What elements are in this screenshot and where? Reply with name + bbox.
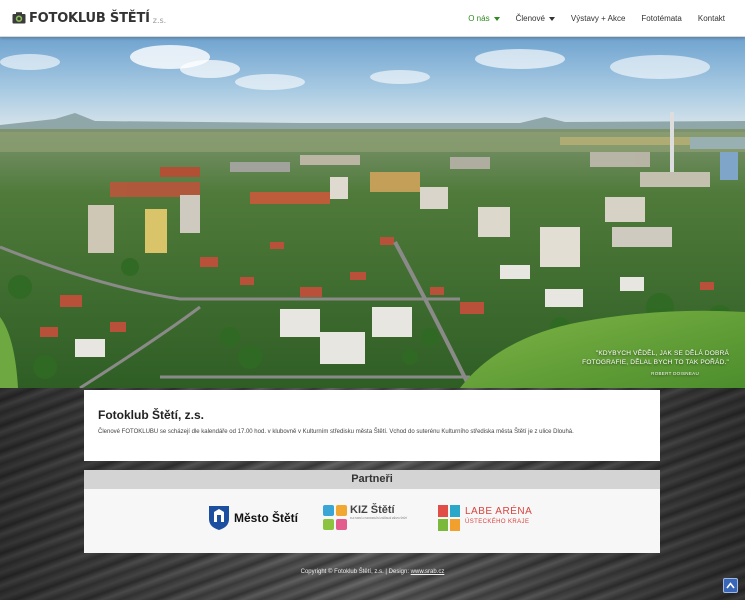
nav-item-kontakt[interactable]: Kontakt	[698, 14, 725, 23]
aerial-town-photo	[0, 37, 745, 388]
partners-heading: Partneři	[84, 470, 660, 489]
camera-icon	[12, 12, 26, 24]
partners-section: Partneři Město Štětí KIZ Štětí KULTURNÍ …	[84, 470, 660, 553]
nav-label: Kontakt	[697, 14, 725, 23]
nav-label: O nás	[468, 14, 490, 23]
logo-text: FOTOKLUB ŠTĚTÍ	[29, 10, 150, 26]
intro-text: Členové FOTOKLUBU se scházejí dle kalend…	[98, 429, 574, 435]
partners-logos: Město Štětí KIZ Štětí KULTURNÍ A INFORMA…	[84, 489, 660, 553]
kiz-logo-icon	[323, 505, 347, 530]
coat-of-arms-icon	[209, 506, 229, 530]
nav-label: Fototémata	[641, 14, 682, 23]
intro-section: Fotoklub Štětí, z.s. Členové FOTOKLUBU s…	[84, 390, 660, 461]
quote-text: "KDYBYCH VĚDĚL, JAK SE DĚLÁ DOBRÁ FOTOGR…	[582, 350, 729, 366]
footer: Copyright © Fotoklub Štětí, z.s. | Desig…	[0, 569, 745, 575]
partner-kiz-label: KIZ Štětí	[350, 504, 395, 516]
nav-label: Výstavy + Akce	[570, 14, 626, 23]
nav-item-fototemata[interactable]: Fototémata	[641, 14, 681, 23]
hero-quote: "KDYBYCH VĚDĚL, JAK SE DĚLÁ DOBRÁ FOTOGR…	[559, 349, 729, 376]
partner-kiz-subtext: KULTURNÍ A INFORMAČNÍ ZAŘÍZENÍ MĚSTA ŠTĚ…	[350, 517, 408, 520]
partner-kiz-steti[interactable]: KIZ Štětí KULTURNÍ A INFORMAČNÍ ZAŘÍZENÍ…	[322, 504, 426, 534]
hero-image: "KDYBYCH VĚDĚL, JAK SE DĚLÁ DOBRÁ FOTOGR…	[0, 37, 745, 388]
quote-author: ROBERT DOISNEAU	[651, 371, 699, 376]
chevron-down-icon	[548, 16, 555, 21]
partner-labe-arena[interactable]: LABE ARÉNA ÚSTECKÉHO KRAJE	[437, 504, 547, 532]
site-logo[interactable]: FOTOKLUB ŠTĚTÍ z.s.	[12, 9, 166, 27]
page-title: Fotoklub Štětí, z.s.	[98, 408, 205, 422]
back-to-top-button[interactable]	[723, 578, 738, 593]
nav-item-vystavy-akce[interactable]: Výstavy + Akce	[571, 14, 625, 23]
arrow-up-icon	[726, 582, 735, 589]
partner-labe-label: LABE ARÉNA	[465, 506, 533, 517]
nav-label: Členové	[515, 14, 545, 23]
footer-design-link[interactable]: www.srab.cz	[411, 569, 445, 575]
chevron-down-icon	[493, 16, 500, 21]
logo-subtext: z.s.	[152, 15, 167, 25]
partner-mesto-label: Město Štětí	[234, 511, 299, 525]
partner-labe-subtext: ÚSTECKÉHO KRAJE	[465, 519, 530, 525]
partner-mesto-steti[interactable]: Město Štětí	[208, 505, 298, 531]
nav-item-o-nas[interactable]: O nás	[468, 14, 500, 23]
labe-arena-logo-icon	[438, 505, 460, 531]
footer-copyright: Copyright © Fotoklub Štětí, z.s. | Desig…	[300, 569, 409, 575]
main-nav: O nás Členové Výstavy + Akce Fototémata …	[452, 0, 725, 37]
top-navbar: FOTOKLUB ŠTĚTÍ z.s. O nás Členové Výstav…	[0, 0, 745, 37]
nav-item-clenove[interactable]: Členové	[516, 14, 555, 23]
